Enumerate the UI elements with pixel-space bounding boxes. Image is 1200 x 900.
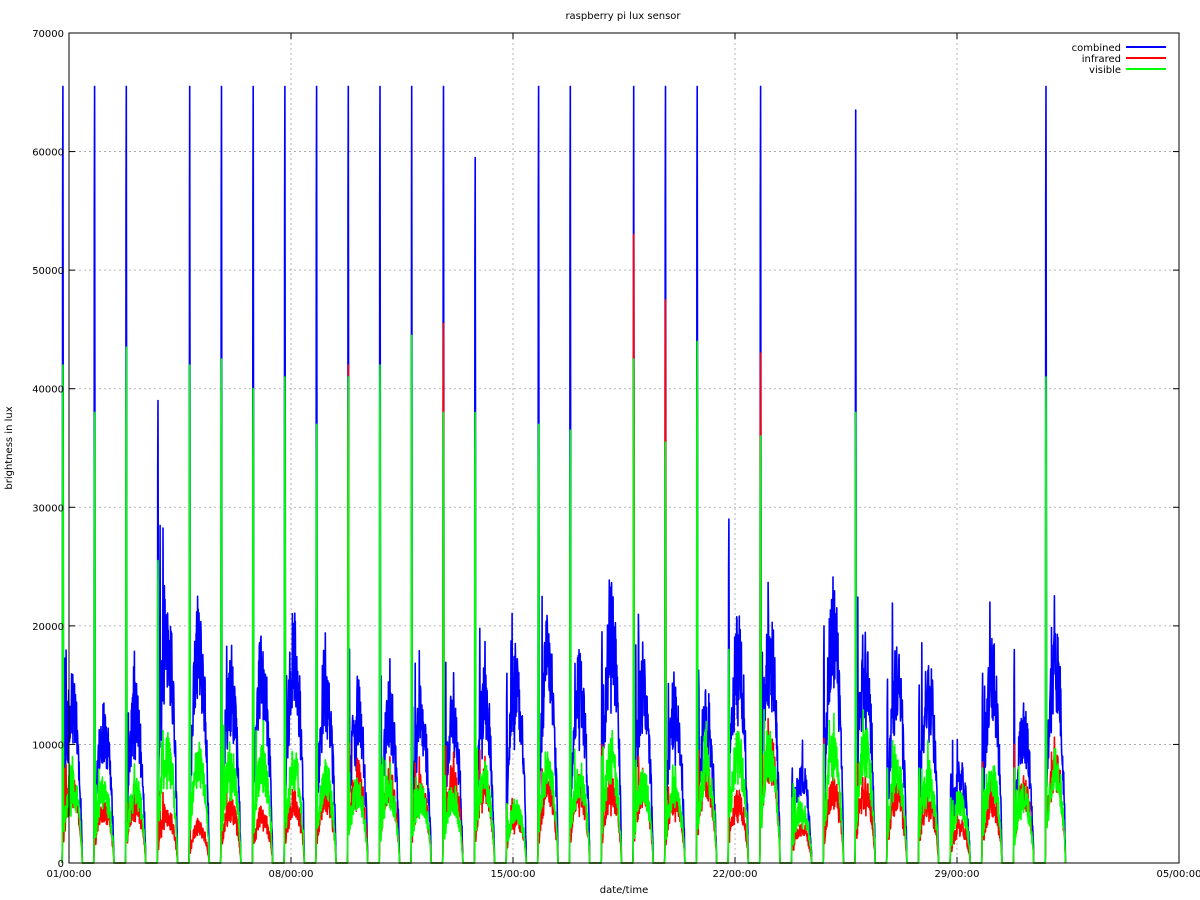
series-line-infrared bbox=[61, 233, 1067, 864]
x-tick-label: 08/00:00 bbox=[269, 869, 314, 880]
series-line-combined bbox=[61, 85, 1067, 864]
x-tick-label: 22/00:00 bbox=[713, 869, 758, 880]
y-tick-label: 60000 bbox=[32, 148, 64, 159]
legend: combinedinfraredvisible bbox=[1072, 43, 1166, 76]
x-tick-label: 01/00:00 bbox=[47, 869, 92, 880]
series-layer bbox=[61, 85, 1067, 864]
legend-label-combined: combined bbox=[1072, 43, 1121, 54]
y-tick-label: 30000 bbox=[32, 503, 64, 514]
x-tick-label: 05/00:00 bbox=[1157, 869, 1200, 880]
grid bbox=[69, 33, 1179, 863]
lux-chart: raspberry pi lux sensor 0100002000030000… bbox=[4, 11, 1200, 896]
y-tick-label: 20000 bbox=[32, 622, 64, 633]
y-tick-label: 70000 bbox=[32, 29, 64, 40]
y-tick-label: 10000 bbox=[32, 740, 64, 751]
x-axis-label: date/time bbox=[600, 885, 649, 896]
x-tick-label: 29/00:00 bbox=[935, 869, 980, 880]
y-axis: 010000200003000040000500006000070000 bbox=[32, 29, 1179, 870]
legend-label-visible: visible bbox=[1089, 65, 1121, 76]
plot-frame bbox=[68, 32, 1180, 864]
chart-title: raspberry pi lux sensor bbox=[565, 11, 681, 22]
x-tick-label: 15/00:00 bbox=[491, 869, 536, 880]
legend-label-infrared: infrared bbox=[1082, 54, 1121, 65]
series-line-visible bbox=[61, 334, 1067, 864]
y-axis-label: brightness in lux bbox=[4, 406, 15, 489]
y-tick-label: 40000 bbox=[32, 385, 64, 396]
y-tick-label: 50000 bbox=[32, 266, 64, 277]
